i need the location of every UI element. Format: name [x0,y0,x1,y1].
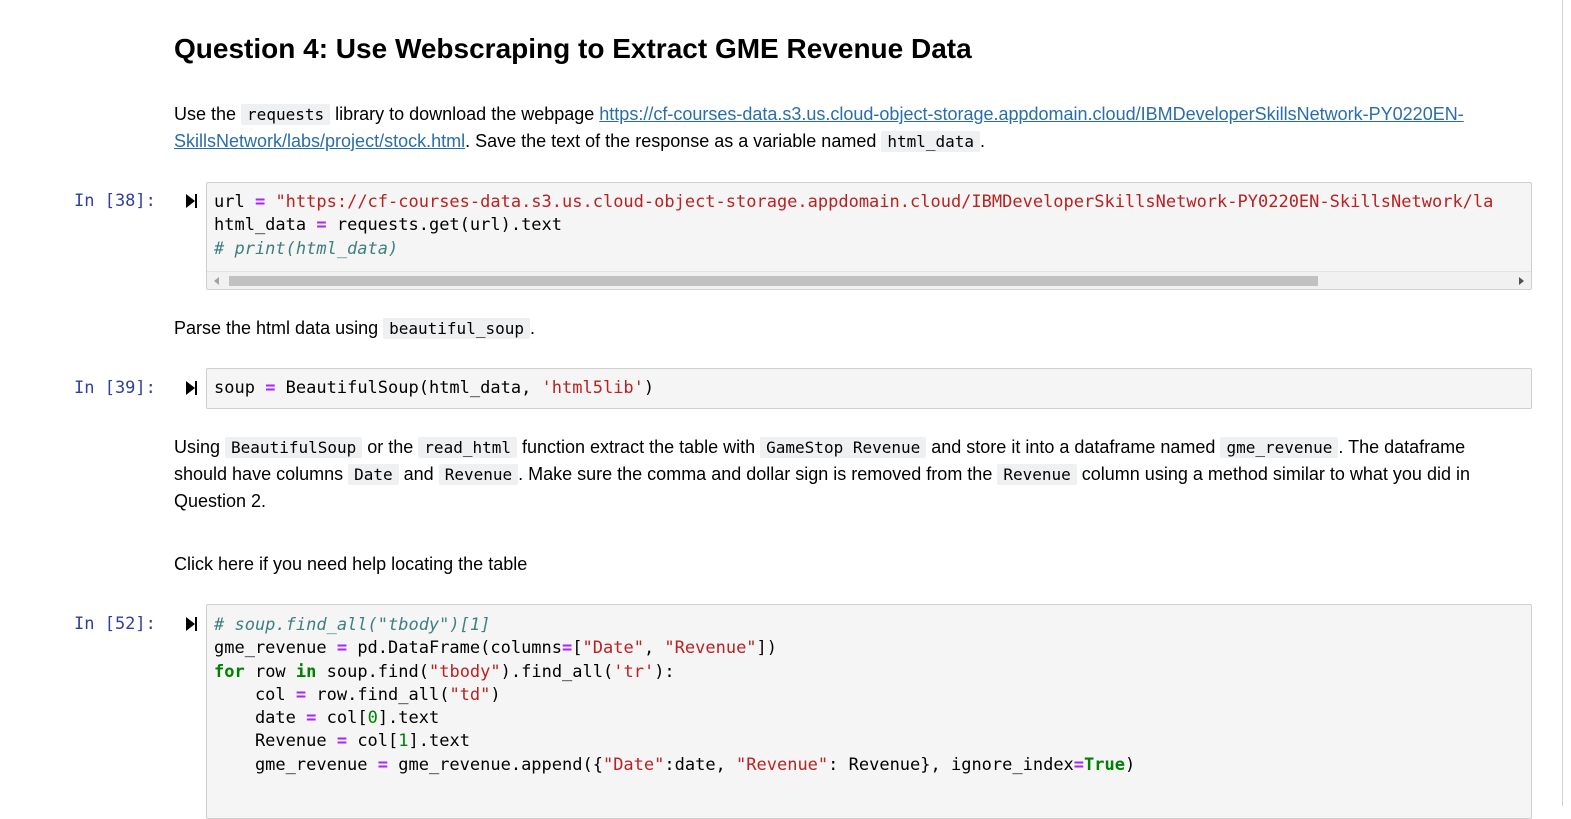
collapse-toggle-icon[interactable] [186,194,197,208]
inline-code: Revenue [438,464,519,485]
cell-prompt: In [39]: [74,378,156,398]
inline-code: gme_revenue [1220,437,1339,458]
horizontal-scrollbar[interactable] [207,271,1531,289]
code-cell-39[interactable]: soup = BeautifulSoup(html_data, 'html5li… [206,368,1532,409]
cell-prompt: In [52]: [74,614,156,634]
collapse-toggle-icon[interactable] [186,617,197,631]
code-cell-52[interactable]: # soup.find_all("tbody")[1] gme_revenue … [206,604,1532,819]
inline-code: read_html [418,437,517,458]
scrollbar-thumb[interactable] [229,276,1318,286]
inline-code: Date [348,464,399,485]
instruction-parse: Parse the html data using beautiful_soup… [174,318,535,339]
collapse-toggle-icon[interactable] [186,381,197,395]
code-cell-38[interactable]: url = "https://cf-courses-data.s3.us.clo… [206,182,1532,290]
instruction-extract: Using BeautifulSoup or the read_html fun… [174,437,1470,511]
scroll-right-arrow-icon[interactable] [1519,277,1524,285]
inline-code: Revenue [997,464,1077,485]
help-text[interactable]: Click here if you need help locating the… [174,551,1519,578]
page-scrollbar[interactable] [1559,0,1571,806]
scroll-left-arrow-icon[interactable] [214,277,219,285]
instruction-download: Use the requests library to download the… [174,104,1464,152]
inline-code: html_data [881,131,981,152]
inline-code: beautiful_soup [383,318,530,339]
inline-code: BeautifulSoup [225,437,363,458]
inline-code: GameStop Revenue [760,437,927,458]
question-heading: Question 4: Use Webscraping to Extract G… [174,33,972,64]
inline-code: requests [241,104,331,125]
cell-prompt: In [38]: [74,191,156,211]
